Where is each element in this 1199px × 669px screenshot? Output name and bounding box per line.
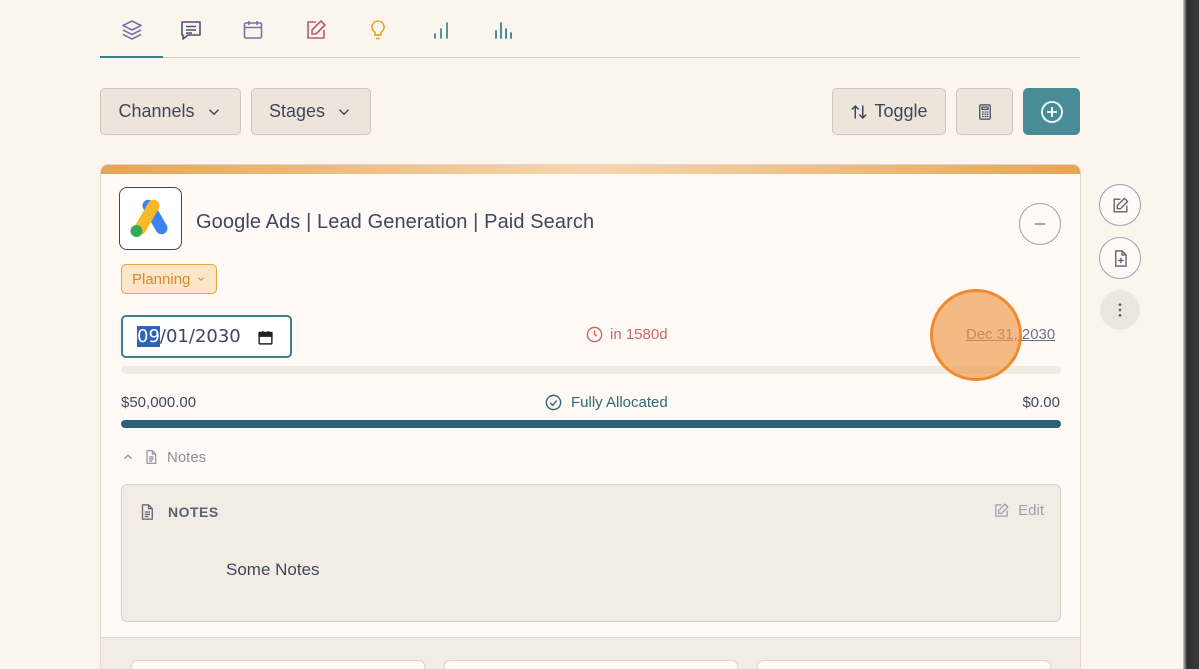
countdown: in 1580d — [585, 325, 668, 344]
message-icon — [180, 21, 201, 40]
tab-reports[interactable] — [471, 12, 534, 48]
side-edit-button[interactable] — [1099, 184, 1141, 226]
bar-chart-alt-icon — [494, 22, 512, 39]
clock-icon — [586, 326, 603, 343]
chevron-up-icon — [124, 454, 132, 460]
document-icon — [146, 450, 157, 464]
calculator-icon — [978, 103, 991, 120]
calendar-icon — [243, 21, 262, 39]
sub-card[interactable] — [131, 660, 425, 669]
notes-toggle-label: Notes — [167, 448, 207, 466]
tab-calendar[interactable] — [221, 12, 284, 48]
budget-progress-bar — [121, 420, 1061, 428]
tab-messages[interactable] — [159, 12, 222, 48]
tab-layers[interactable] — [100, 12, 163, 58]
tab-ideas[interactable] — [346, 12, 409, 48]
calculator-button[interactable] — [956, 88, 1013, 135]
start-date-input[interactable]: 09/01/2030 — [121, 315, 292, 358]
click-indicator — [930, 289, 1022, 381]
sort-arrows-icon — [851, 104, 867, 119]
card-footer — [101, 637, 1080, 669]
document-icon — [141, 504, 153, 520]
edit-icon — [1112, 197, 1128, 213]
budget-status-text: Fully Allocated — [571, 394, 668, 411]
minus-icon — [1034, 223, 1046, 225]
notes-edit-label: Edit — [1018, 502, 1044, 519]
more-vertical-icon — [1118, 303, 1122, 317]
channels-label: Channels — [118, 101, 195, 121]
tab-edit[interactable] — [284, 12, 347, 48]
notes-heading-text: NOTES — [168, 504, 219, 520]
edit-icon — [306, 20, 326, 39]
stages-label: Stages — [268, 101, 326, 121]
window-edge — [1183, 0, 1199, 669]
stages-dropdown[interactable]: Stages — [251, 88, 371, 135]
lightbulb-icon — [370, 20, 385, 40]
budget-status: Fully Allocated — [544, 393, 668, 412]
channels-dropdown[interactable]: Channels — [100, 88, 241, 135]
toggle-button[interactable]: Toggle — [832, 88, 946, 135]
file-plus-icon — [1114, 249, 1127, 267]
card-accent-bar — [101, 165, 1080, 174]
notes-toggle[interactable]: Notes — [121, 448, 206, 466]
stage-label: Planning — [132, 270, 191, 288]
chevron-down-icon — [198, 277, 205, 281]
calendar-picker-icon[interactable] — [257, 329, 274, 346]
chevron-down-icon — [338, 108, 350, 115]
date-rest-segment: /01/2030 — [159, 326, 241, 347]
side-more-button[interactable] — [1100, 290, 1140, 330]
layers-icon — [121, 20, 142, 40]
plus-circle-icon — [1040, 100, 1063, 123]
google-ads-logo — [119, 187, 182, 250]
view-tabbar — [100, 0, 1080, 58]
notes-panel: NOTES Edit Some Notes — [121, 484, 1061, 622]
notes-heading: NOTES — [138, 502, 219, 522]
notes-edit-button[interactable]: Edit — [993, 502, 1044, 519]
budget-remaining: $0.00 — [1022, 394, 1060, 411]
side-add-file-button[interactable] — [1099, 237, 1141, 279]
date-month-segment[interactable]: 09 — [137, 326, 160, 347]
edit-icon — [995, 503, 1009, 517]
chevron-down-icon — [208, 108, 219, 115]
budget-amount: $50,000.00 — [121, 394, 197, 411]
sub-card[interactable] — [444, 660, 738, 669]
notes-body: Some Notes — [226, 560, 320, 579]
check-circle-icon — [545, 394, 562, 411]
campaign-card: Google Ads | Lead Generation | Paid Sear… — [100, 164, 1081, 669]
campaign-title: Google Ads | Lead Generation | Paid Sear… — [196, 211, 595, 233]
sub-card[interactable] — [757, 660, 1051, 669]
collapse-button[interactable] — [1019, 203, 1061, 245]
bar-chart-icon — [433, 22, 448, 39]
stage-badge[interactable]: Planning — [121, 264, 218, 294]
tab-analytics[interactable] — [409, 12, 472, 48]
countdown-text: in 1580d — [610, 326, 668, 343]
add-button[interactable] — [1023, 88, 1080, 135]
timeline-track — [121, 366, 1061, 374]
toggle-label: Toggle — [874, 101, 928, 121]
